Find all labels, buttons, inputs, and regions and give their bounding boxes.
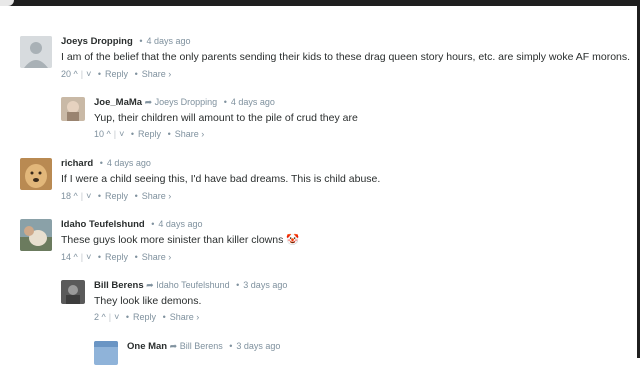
comment-header: richard • 4 days ago <box>61 157 151 170</box>
window-corner <box>0 0 14 6</box>
comment-header: Idaho Teufelshund • 4 days ago <box>61 218 202 231</box>
comment-author[interactable]: Joeys Dropping <box>61 36 133 47</box>
comment-time[interactable]: 4 days ago <box>107 158 151 168</box>
comment-header: Bill Berens ➦ Idaho Teufelshund • 3 days … <box>94 279 287 292</box>
vote-count: 10 <box>94 129 105 139</box>
divider: | <box>113 129 117 139</box>
comment-author[interactable]: Bill Berens <box>94 280 144 291</box>
bullet: • <box>97 69 102 79</box>
bullet: • <box>223 97 227 107</box>
downvote-icon[interactable]: ˅ <box>86 190 91 202</box>
reply-to-author[interactable]: Joeys Dropping <box>155 97 218 107</box>
comment-time[interactable]: 3 days ago <box>243 280 287 290</box>
reply-arrow-icon: ➦ <box>144 97 153 107</box>
comment-header: One Man ➦ Bill Berens • 3 days ago <box>127 340 280 353</box>
vote-count: 14 <box>61 252 72 262</box>
dog-photo-icon <box>20 158 52 190</box>
avatar[interactable] <box>61 97 85 121</box>
share-link[interactable]: Share › <box>142 190 172 202</box>
reply-to-author[interactable]: Bill Berens <box>180 341 223 351</box>
reply-link[interactable]: Reply <box>105 68 128 80</box>
comment-time[interactable]: 4 days ago <box>146 36 190 46</box>
divider: | <box>80 191 84 201</box>
bullet: • <box>167 129 171 139</box>
bullet: • <box>134 191 138 201</box>
comment-actions: 18 ^ | ˅ • Reply • Share › <box>61 190 171 202</box>
window-top-bar <box>0 0 640 6</box>
avatar[interactable] <box>94 341 118 365</box>
bullet: • <box>97 252 102 262</box>
comment-text: If I were a child seeing this, I'd have … <box>61 173 381 185</box>
avatar[interactable] <box>20 158 52 190</box>
comment-actions: 2 ^ | ˅ • Reply • Share › <box>94 311 199 323</box>
comment-time[interactable]: 4 days ago <box>158 219 202 229</box>
user-photo-icon <box>61 97 85 121</box>
avatar[interactable] <box>20 36 52 68</box>
comment-time[interactable]: 3 days ago <box>236 341 280 351</box>
vote-count: 2 <box>94 312 100 322</box>
comment-actions: 10 ^ | ˅ • Reply • Share › <box>94 128 204 140</box>
reply-arrow-icon: ➦ <box>169 341 178 351</box>
share-link[interactable]: Share › <box>170 311 200 323</box>
bullet: • <box>162 312 166 322</box>
user-photo-icon <box>20 219 52 251</box>
comment-text: I am of the belief that the only parents… <box>61 51 631 63</box>
downvote-icon[interactable]: ˅ <box>114 311 119 323</box>
comment-text: Yup, their children will amount to the p… <box>94 112 358 124</box>
comment-author[interactable]: Idaho Teufelshund <box>61 219 145 230</box>
comment-text: These guys look more sinister than kille… <box>61 234 300 246</box>
comment-text: They look like demons. <box>94 295 202 307</box>
downvote-icon[interactable]: ˅ <box>86 251 91 263</box>
bullet: • <box>139 36 143 46</box>
comment-actions: 20 ^ | ˅ • Reply • Share › <box>61 68 171 80</box>
reply-arrow-icon: ➦ <box>146 280 154 290</box>
share-link[interactable]: Share › <box>142 68 172 80</box>
bullet: • <box>151 219 155 229</box>
downvote-icon[interactable]: ˅ <box>86 68 91 80</box>
vote-count: 18 <box>61 191 72 201</box>
comment-actions: 14 ^ | ˅ • Reply • Share › <box>61 251 171 263</box>
comment-author[interactable]: richard <box>61 158 93 169</box>
user-photo-icon <box>61 280 85 304</box>
bullet: • <box>236 280 240 290</box>
bullet: • <box>125 312 130 322</box>
upvote-icon[interactable]: ^ <box>102 311 106 323</box>
comment-time[interactable]: 4 days ago <box>231 97 275 107</box>
divider: | <box>80 69 84 79</box>
upvote-icon[interactable]: ^ <box>74 190 78 202</box>
upvote-icon[interactable]: ^ <box>107 128 111 140</box>
vote-count: 20 <box>61 69 72 79</box>
comment-author[interactable]: Joe_MaMa <box>94 97 142 108</box>
reply-link[interactable]: Reply <box>138 128 161 140</box>
reply-link[interactable]: Reply <box>105 251 128 263</box>
avatar[interactable] <box>20 219 52 251</box>
reply-to-author[interactable]: Idaho Teufelshund <box>156 280 229 290</box>
upvote-icon[interactable]: ^ <box>74 251 78 263</box>
bullet: • <box>99 158 103 168</box>
divider: | <box>108 312 112 322</box>
comment-header: Joeys Dropping • 4 days ago <box>61 35 191 48</box>
user-photo-icon <box>94 341 118 365</box>
comment-header: Joe_MaMa ➦ Joeys Dropping • 4 days ago <box>94 96 275 109</box>
comment-author[interactable]: One Man <box>127 341 167 352</box>
avatar[interactable] <box>61 280 85 304</box>
bullet: • <box>134 252 138 262</box>
bullet: • <box>229 341 233 351</box>
upvote-icon[interactable]: ^ <box>74 68 78 80</box>
share-link[interactable]: Share › <box>142 251 172 263</box>
divider: | <box>80 252 84 262</box>
reply-link[interactable]: Reply <box>105 190 128 202</box>
bullet: • <box>97 191 102 201</box>
downvote-icon[interactable]: ˅ <box>119 128 124 140</box>
default-avatar-icon <box>20 36 52 68</box>
share-link[interactable]: Share › <box>175 128 205 140</box>
bullet: • <box>134 69 138 79</box>
bullet: • <box>130 129 135 139</box>
reply-link[interactable]: Reply <box>133 311 156 323</box>
